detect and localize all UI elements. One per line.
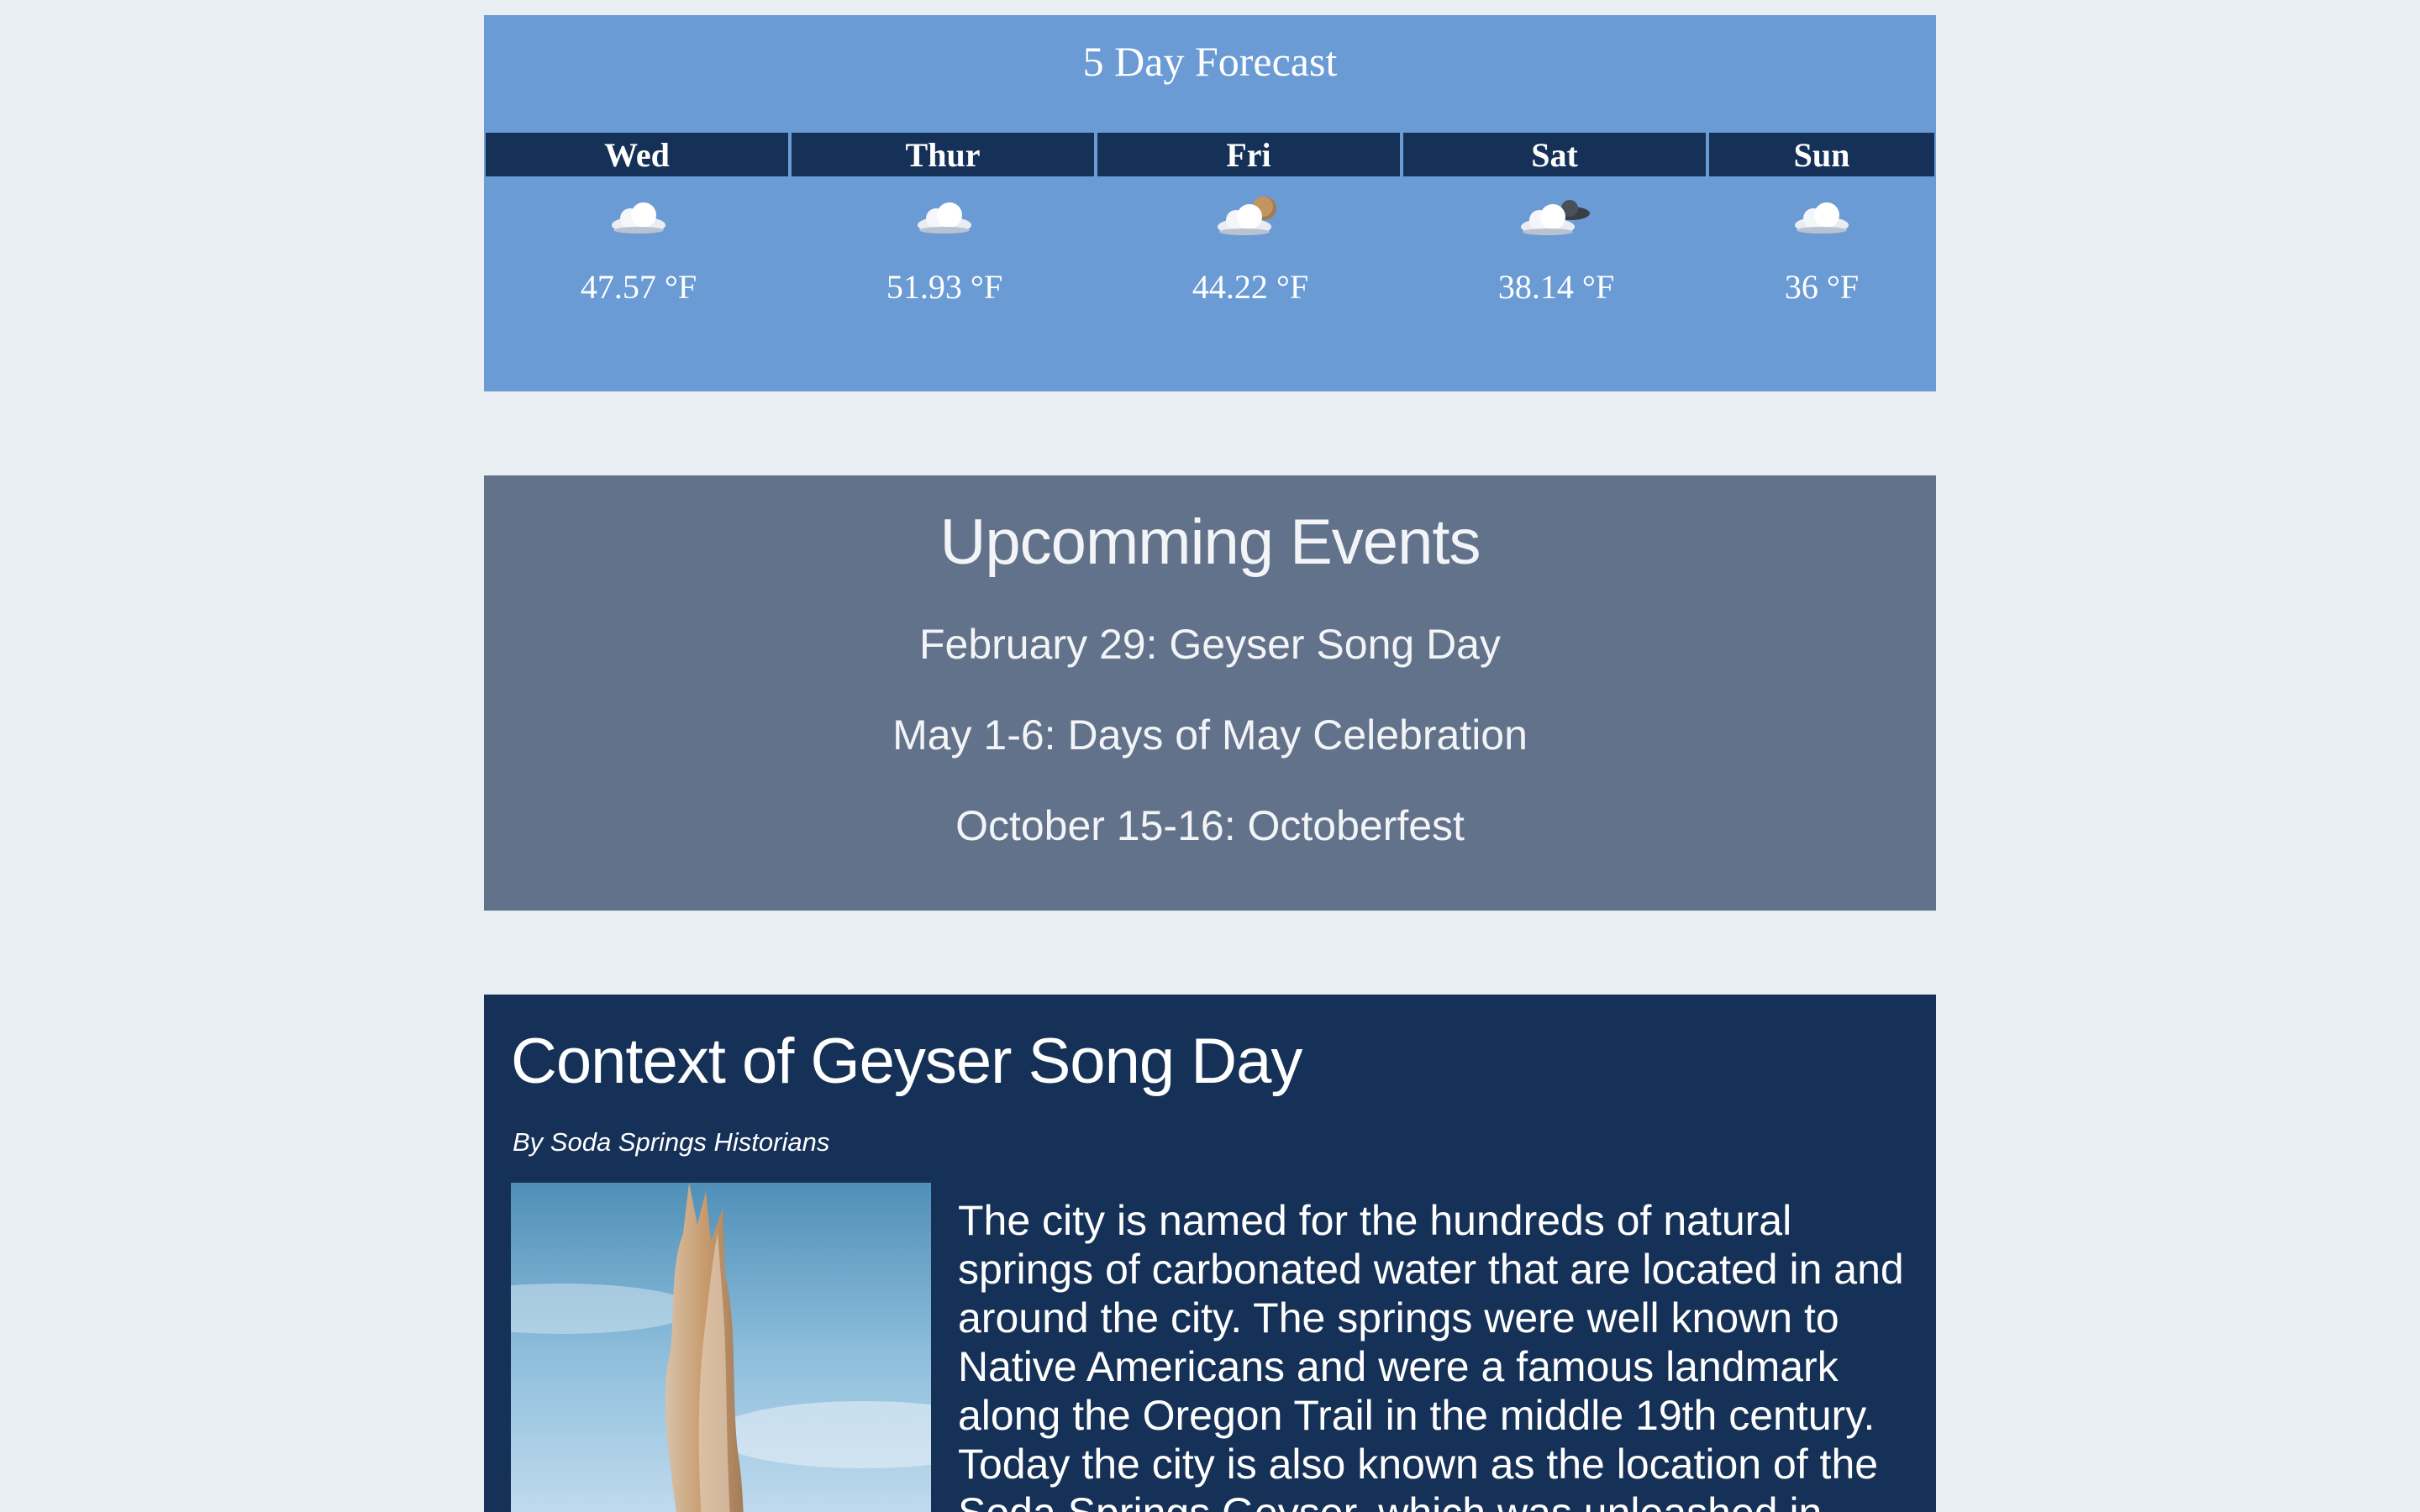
day-name: Thur: [792, 133, 1097, 176]
forecast-title: 5 Day Forecast: [1082, 38, 1338, 85]
forecast-panel: 5 Day Forecast Wed 47.57 °F Thur 51.93 °…: [484, 15, 1936, 391]
article-title: Context of Geyser Song Day: [511, 1026, 1302, 1097]
page: 5 Day Forecast Wed 47.57 °F Thur 51.93 °…: [0, 0, 2420, 1512]
forecast-day: Wed 47.57 °F: [486, 133, 792, 307]
day-name: Sat: [1403, 133, 1709, 176]
cloud-icon: [1795, 202, 1849, 234]
article-byline: By Soda Springs Historians: [513, 1127, 830, 1157]
day-name: Wed: [486, 133, 792, 176]
day-temperature: 38.14 °F: [1497, 268, 1615, 306]
forecast-day: Sun 36 °F: [1709, 133, 1934, 307]
event-item: February 29: Geyser Song Day: [919, 621, 1501, 668]
day-temperature: 44.22 °F: [1192, 268, 1309, 306]
cloud-dark-cloud-icon: [1521, 200, 1590, 235]
geyser-image: [511, 1183, 931, 1512]
event-item: May 1-6: Days of May Celebration: [892, 711, 1528, 759]
events-title: Upcomming Events: [939, 507, 1481, 578]
day-temperature: 51.93 °F: [886, 268, 1003, 306]
forecast-day: Sat 38.14 °F: [1403, 133, 1709, 307]
day-temperature: 47.57 °F: [580, 268, 697, 306]
article-panel: Context of Geyser Song Day By Soda Sprin…: [484, 995, 1936, 1512]
cloud-icon: [918, 202, 971, 234]
cloud-icon: [612, 202, 666, 234]
day-temperature: 36 °F: [1784, 268, 1860, 306]
forecast-day: Fri 44.22 °F: [1097, 133, 1403, 307]
event-item: October 15-16: Octoberfest: [955, 802, 1465, 849]
article-body: The city is named for the hundreds of na…: [958, 1197, 1904, 1512]
geyser-photo: [511, 1183, 931, 1512]
day-name: Sun: [1709, 133, 1934, 176]
forecast-day: Thur 51.93 °F: [792, 133, 1097, 307]
cloud-sun-icon: [1218, 197, 1276, 235]
day-name: Fri: [1097, 133, 1403, 176]
forecast-days: Wed 47.57 °F Thur 51.93 °F Fri 44.22 °F …: [486, 133, 1934, 307]
events-panel: Upcomming Events February 29: Geyser Son…: [484, 475, 1936, 911]
